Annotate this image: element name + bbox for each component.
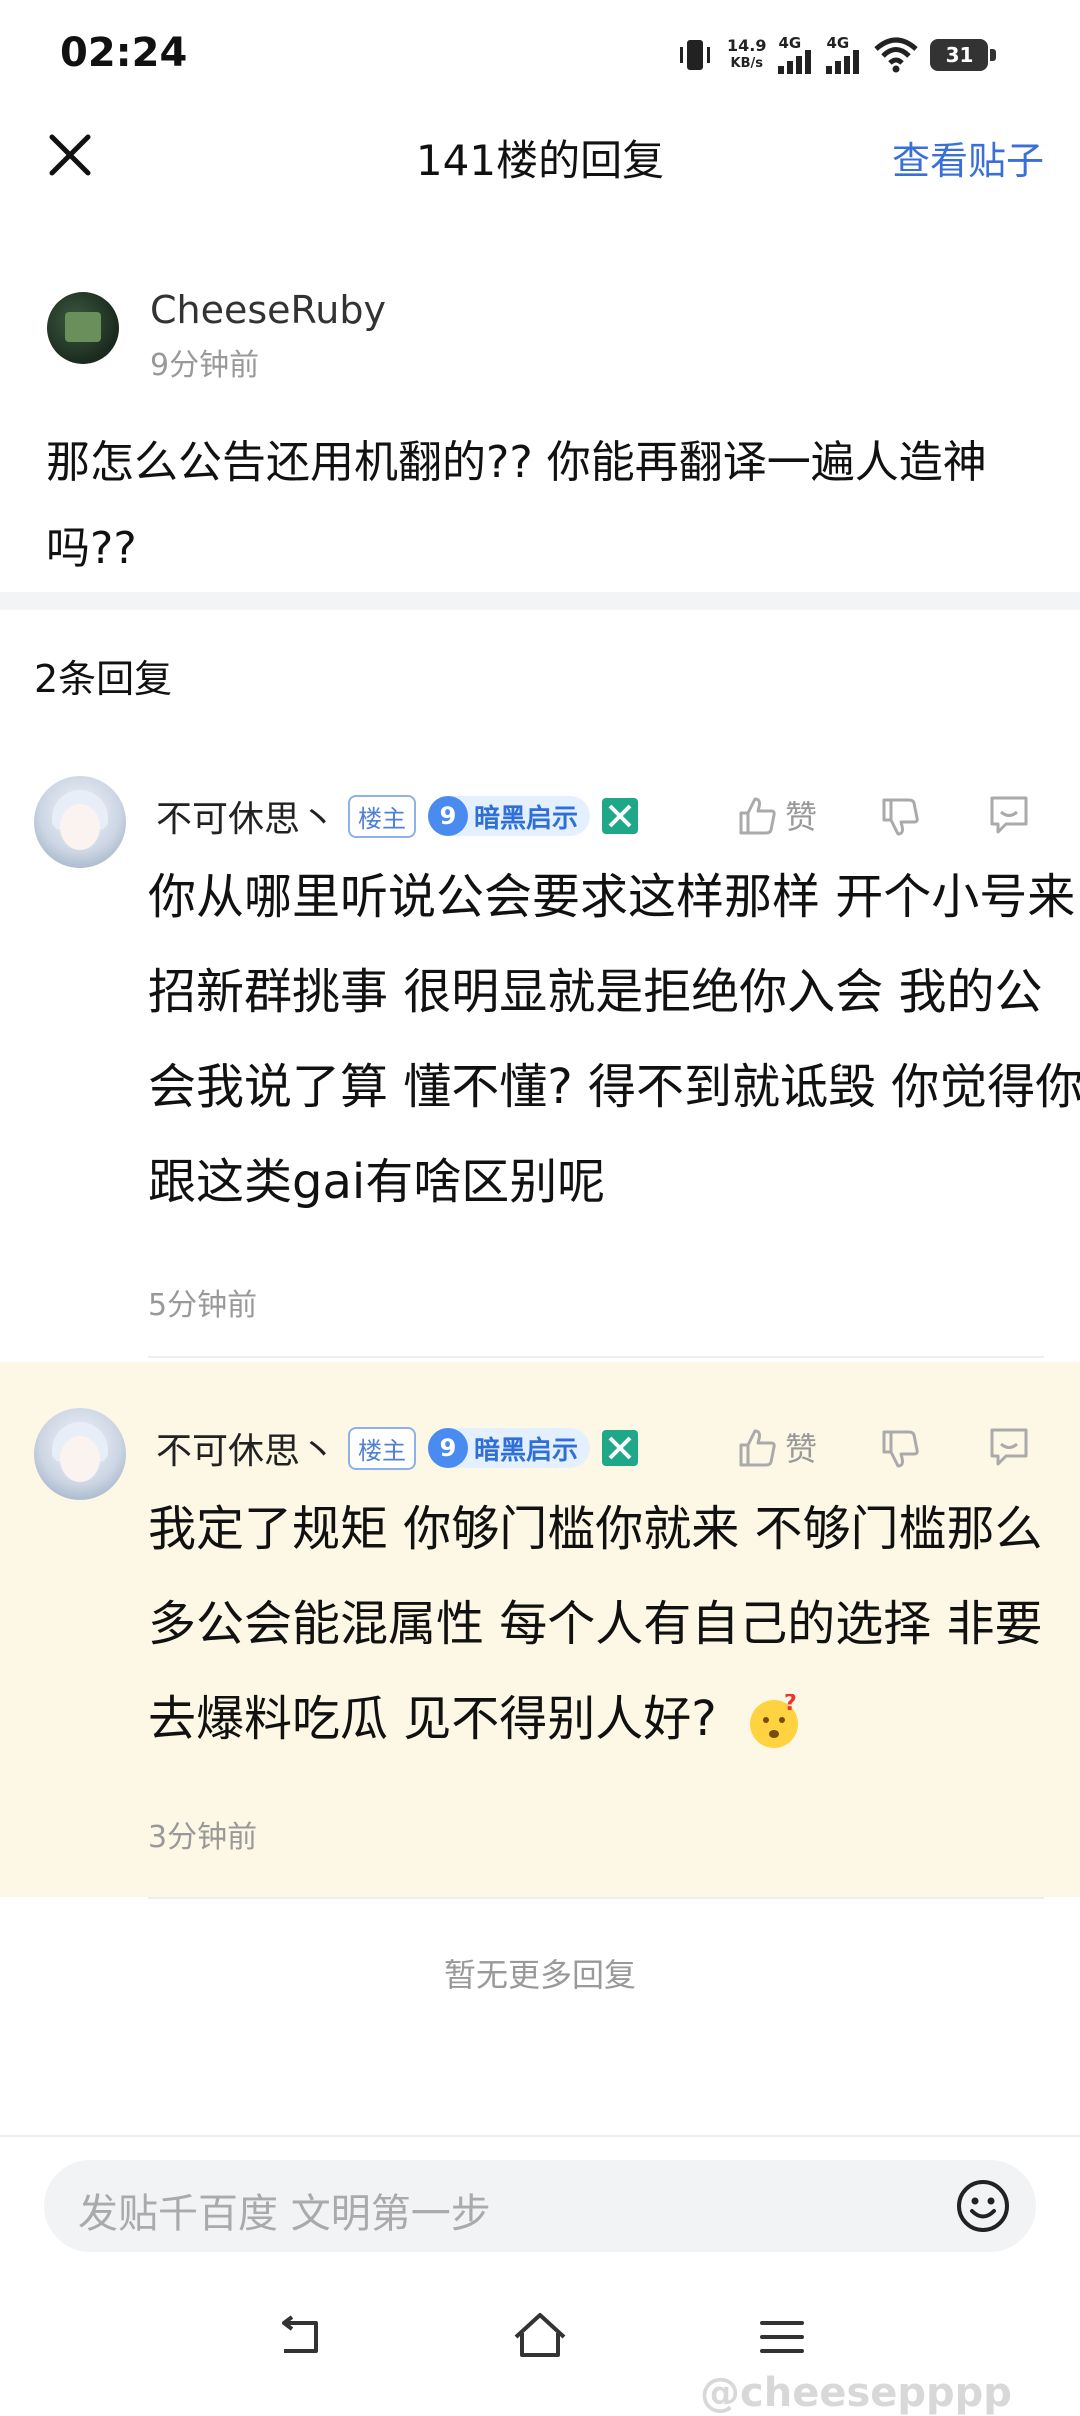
level-badge: 9 暗黑启示 xyxy=(428,1428,591,1468)
view-post-link[interactable]: 查看贴子 xyxy=(892,130,1044,185)
level-name: 暗黑启示 xyxy=(474,803,579,834)
thumbs-up-icon xyxy=(739,1429,776,1467)
no-more-replies: 暂无更多回复 xyxy=(443,1956,636,1994)
reply-input-placeholder: 发贴千百度 文明第一步 xyxy=(78,2191,491,2237)
comment-icon[interactable] xyxy=(986,1424,1032,1470)
avatar[interactable] xyxy=(34,776,126,868)
like-button[interactable]: 赞 xyxy=(735,1424,817,1470)
post-time: 9分钟前 xyxy=(150,348,260,383)
divider xyxy=(0,2135,1080,2137)
thumbs-down-icon[interactable] xyxy=(878,1426,922,1470)
avatar[interactable] xyxy=(47,292,119,364)
reply-time: 5分钟前 xyxy=(148,1288,258,1323)
level-badge: 9 暗黑启示 xyxy=(428,796,591,836)
like-label: 赞 xyxy=(785,1430,818,1468)
menu-nav-icon[interactable] xyxy=(750,2305,814,2369)
divider xyxy=(148,1897,1044,1899)
reply-item: 不可休思丶 楼主 9 暗黑启示 赞 你从哪里听说公会要求这样那样 开个小号来招新… xyxy=(0,740,1080,1360)
status-icons: 14.9 KB/s 4G 4G 31 xyxy=(675,30,997,80)
reply-time: 3分钟前 xyxy=(148,1820,258,1855)
svg-text:?: ? xyxy=(784,1694,797,1716)
like-label: 赞 xyxy=(785,798,818,836)
signal-1: 4G xyxy=(778,36,814,74)
avatar[interactable] xyxy=(34,1408,126,1500)
net-type-1: 4G xyxy=(778,34,802,52)
emoji-icon[interactable] xyxy=(955,2178,1011,2234)
reply-content: 我定了规矩 你够门槛你就来 不够门槛那么多公会能混属性 每个人有自己的选择 非要… xyxy=(148,1482,1080,1767)
reply-user-row: 不可休思丶 楼主 9 暗黑启示 xyxy=(156,1422,639,1474)
net-type-2: 4G xyxy=(826,34,850,52)
wifi-icon xyxy=(874,37,919,73)
net-speed: 14.9 KB/s xyxy=(727,37,766,73)
achievement-badge-icon xyxy=(602,798,639,834)
reply-username[interactable]: 不可休思丶 xyxy=(156,790,336,842)
signal-2: 4G xyxy=(826,36,862,74)
home-nav-icon[interactable] xyxy=(508,2305,572,2369)
reply-username[interactable]: 不可休思丶 xyxy=(156,1422,336,1474)
vibrate-icon xyxy=(680,40,710,70)
thumbs-down-icon[interactable] xyxy=(878,794,922,838)
thumbs-up-icon xyxy=(739,797,776,835)
divider xyxy=(148,1356,1044,1358)
like-button[interactable]: 赞 xyxy=(735,792,817,838)
level-number: 9 xyxy=(428,1428,469,1468)
thinking-emoji-icon: ? xyxy=(750,1691,799,1748)
post-author-name[interactable]: CheeseRuby xyxy=(150,288,386,332)
host-badge: 楼主 xyxy=(348,794,417,838)
level-number: 9 xyxy=(428,796,469,836)
reply-content-text: 我定了规矩 你够门槛你就来 不够门槛那么多公会能混属性 每个人有自己的选择 非要… xyxy=(148,1501,1043,1747)
reply-count: 2条回复 xyxy=(34,657,173,701)
reply-item-highlighted: 不可休思丶 楼主 9 暗黑启示 赞 我定了规矩 你够门槛你就来 不够门槛那么多公… xyxy=(0,1362,1080,1897)
watermark: @cheesepppp xyxy=(700,2370,1012,2416)
signal-icon xyxy=(826,50,860,74)
net-speed-value: 14.9 xyxy=(727,36,767,55)
host-badge: 楼主 xyxy=(348,1426,417,1470)
reply-content: 你从哪里听说公会要求这样那样 开个小号来招新群挑事 很明显就是拒绝你入会 我的公… xyxy=(148,869,1080,1210)
battery-icon: 31 xyxy=(930,39,997,71)
signal-icon xyxy=(778,50,812,74)
post-content: 那怎么公告还用机翻的?? 你能再翻译一遍人造神吗?? xyxy=(46,437,987,574)
section-divider xyxy=(0,592,1080,610)
net-speed-unit: KB/s xyxy=(730,56,763,71)
status-time: 02:24 xyxy=(60,30,188,76)
level-name: 暗黑启示 xyxy=(474,1435,579,1466)
reply-user-row: 不可休思丶 楼主 9 暗黑启示 xyxy=(156,790,639,842)
achievement-badge-icon xyxy=(602,1430,639,1466)
back-nav-icon[interactable] xyxy=(268,2305,332,2369)
comment-icon[interactable] xyxy=(986,792,1032,838)
